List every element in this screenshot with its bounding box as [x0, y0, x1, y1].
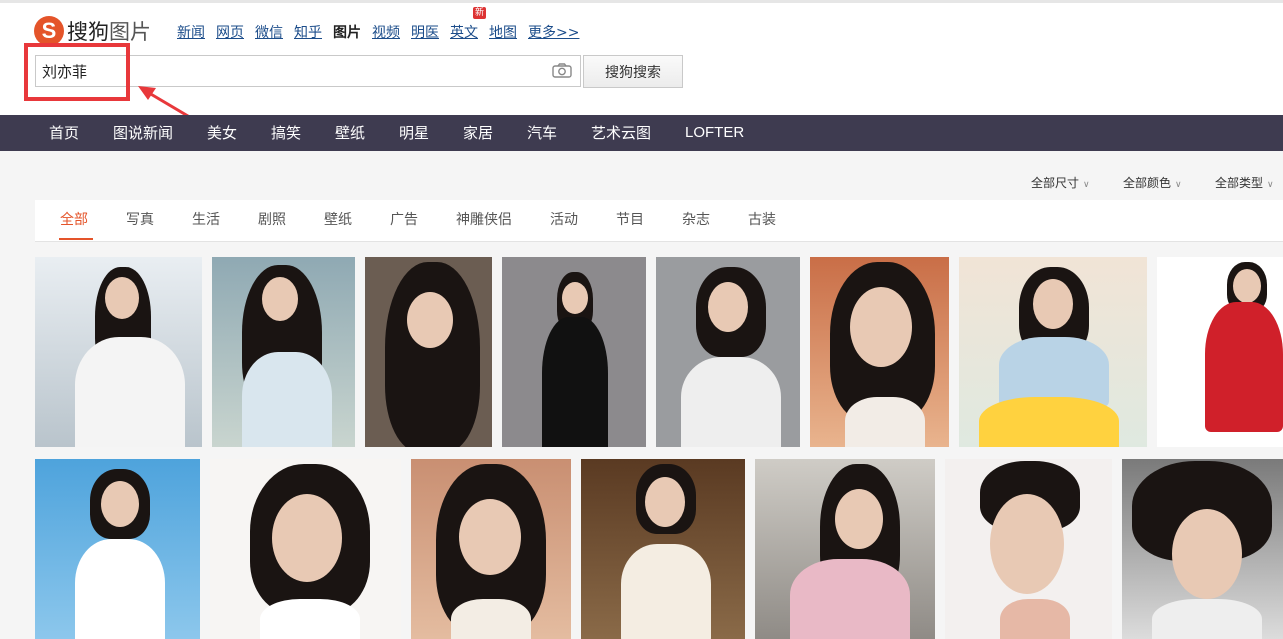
logo-mark: S — [34, 16, 64, 46]
topnav-images[interactable]: 图片 — [333, 22, 361, 42]
top-border — [0, 0, 1283, 3]
category-cars[interactable]: 汽车 — [527, 115, 557, 151]
filter-type-label: 全部类型 — [1215, 176, 1264, 190]
image-result[interactable] — [945, 459, 1112, 639]
tab-condor-heroes[interactable]: 神雕侠侣 — [456, 200, 512, 240]
image-result[interactable] — [656, 257, 800, 447]
logo-text: 搜狗 — [67, 20, 109, 44]
image-result[interactable] — [581, 459, 745, 639]
chevron-down-icon: ∨ — [1267, 180, 1274, 190]
topnav-english-label: 英文 — [450, 25, 478, 41]
category-lofter[interactable]: LOFTER — [685, 115, 744, 151]
camera-icon[interactable] — [552, 63, 572, 78]
category-art-cloud[interactable]: 艺术云图 — [591, 115, 651, 151]
image-result[interactable] — [502, 257, 646, 447]
tab-shows[interactable]: 节目 — [616, 200, 644, 240]
filter-size[interactable]: 全部尺寸 ∨ — [1031, 174, 1090, 191]
image-result[interactable] — [411, 459, 571, 639]
tab-portrait[interactable]: 写真 — [126, 200, 154, 240]
image-result[interactable] — [35, 459, 200, 639]
result-tabs: 全部 写真 生活 剧照 壁纸 广告 神雕侠侣 活动 节目 杂志 古装 — [35, 200, 1283, 242]
topnav-map[interactable]: 地图 — [489, 22, 517, 42]
topnav-wechat[interactable]: 微信 — [255, 22, 283, 42]
filter-size-label: 全部尺寸 — [1031, 176, 1080, 190]
tab-all[interactable]: 全部 — [60, 200, 88, 240]
category-home[interactable]: 首页 — [49, 115, 79, 151]
tab-magazine[interactable]: 杂志 — [682, 200, 710, 240]
topnav-video[interactable]: 视频 — [372, 22, 400, 42]
top-nav: 新闻 网页 微信 知乎 图片 视频 明医 新 英文 地图 更多>> — [177, 7, 590, 42]
image-result[interactable] — [1122, 459, 1283, 639]
image-result[interactable] — [212, 257, 355, 447]
filter-color-label: 全部颜色 — [1123, 176, 1172, 190]
filter-type[interactable]: 全部类型 ∨ — [1215, 174, 1274, 191]
tab-wallpaper[interactable]: 壁纸 — [324, 200, 352, 240]
active-tab-indicator — [59, 238, 93, 240]
category-funny[interactable]: 搞笑 — [271, 115, 301, 151]
image-result[interactable] — [959, 257, 1147, 447]
category-beauty[interactable]: 美女 — [207, 115, 237, 151]
category-wallpaper[interactable]: 壁纸 — [335, 115, 365, 151]
topnav-english[interactable]: 新 英文 — [450, 7, 487, 42]
filter-color[interactable]: 全部颜色 ∨ — [1123, 174, 1182, 191]
topnav-zhihu[interactable]: 知乎 — [294, 22, 322, 42]
annotation-highlight-box — [24, 43, 130, 101]
category-home-decor[interactable]: 家居 — [463, 115, 493, 151]
image-result[interactable] — [365, 257, 492, 447]
topnav-medical[interactable]: 明医 — [411, 22, 439, 42]
tab-costume[interactable]: 古装 — [748, 200, 776, 240]
category-news-pics[interactable]: 图说新闻 — [113, 115, 173, 151]
image-result[interactable] — [210, 459, 401, 639]
chevron-down-icon: ∨ — [1083, 180, 1090, 190]
topnav-news[interactable]: 新闻 — [177, 22, 205, 42]
logo-subtext: 图片 — [109, 20, 151, 44]
image-result[interactable] — [35, 257, 202, 447]
tab-stills[interactable]: 剧照 — [258, 200, 286, 240]
search-button[interactable]: 搜狗搜索 — [583, 55, 683, 88]
tab-life[interactable]: 生活 — [192, 200, 220, 240]
topnav-more[interactable]: 更多>> — [528, 22, 579, 42]
image-result[interactable] — [810, 257, 949, 447]
image-result[interactable] — [755, 459, 935, 639]
category-stars[interactable]: 明星 — [399, 115, 429, 151]
image-result[interactable] — [1157, 257, 1283, 447]
tab-events[interactable]: 活动 — [550, 200, 578, 240]
category-nav: 首页 图说新闻 美女 搞笑 壁纸 明星 家居 汽车 艺术云图 LOFTER — [0, 115, 1283, 151]
tab-ads[interactable]: 广告 — [390, 200, 418, 240]
chevron-down-icon: ∨ — [1175, 180, 1182, 190]
new-badge: 新 — [473, 7, 487, 19]
sogou-logo[interactable]: S 搜狗 图片 — [34, 16, 151, 46]
topnav-web[interactable]: 网页 — [216, 22, 244, 42]
